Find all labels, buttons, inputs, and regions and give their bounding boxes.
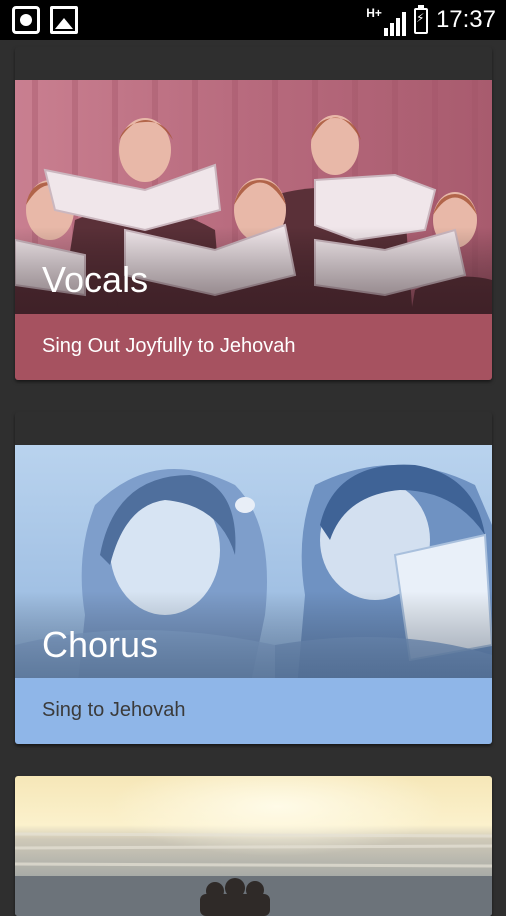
image-icon — [50, 6, 78, 34]
status-bar: H+ 17:37 — [0, 0, 506, 40]
card-subtitle: Sing Out Joyfully to Jehovah — [42, 335, 296, 357]
card-subtitle-strip: Sing to Jehovah — [15, 678, 492, 744]
card-title: Chorus — [42, 624, 159, 665]
card-chorus[interactable]: Chorus Sing to Jehovah — [15, 412, 492, 744]
clock: 17:37 — [435, 6, 496, 33]
card-vocals[interactable]: Vocals Sing Out Joyfully to Jehovah — [15, 47, 492, 380]
card-subtitle-strip: Sing Out Joyfully to Jehovah — [15, 314, 492, 380]
battery-charging-icon — [413, 5, 428, 34]
card-beach[interactable] — [15, 776, 492, 916]
notification-icons — [12, 6, 78, 34]
record-icon — [12, 6, 40, 34]
card-title: Vocals — [42, 259, 149, 300]
beach-sunset-image — [15, 776, 492, 916]
signal-icon — [383, 12, 406, 36]
system-icons: H+ 17:37 — [366, 4, 496, 36]
card-subtitle: Sing to Jehovah — [42, 699, 186, 721]
network-type-label: H+ — [366, 6, 382, 20]
